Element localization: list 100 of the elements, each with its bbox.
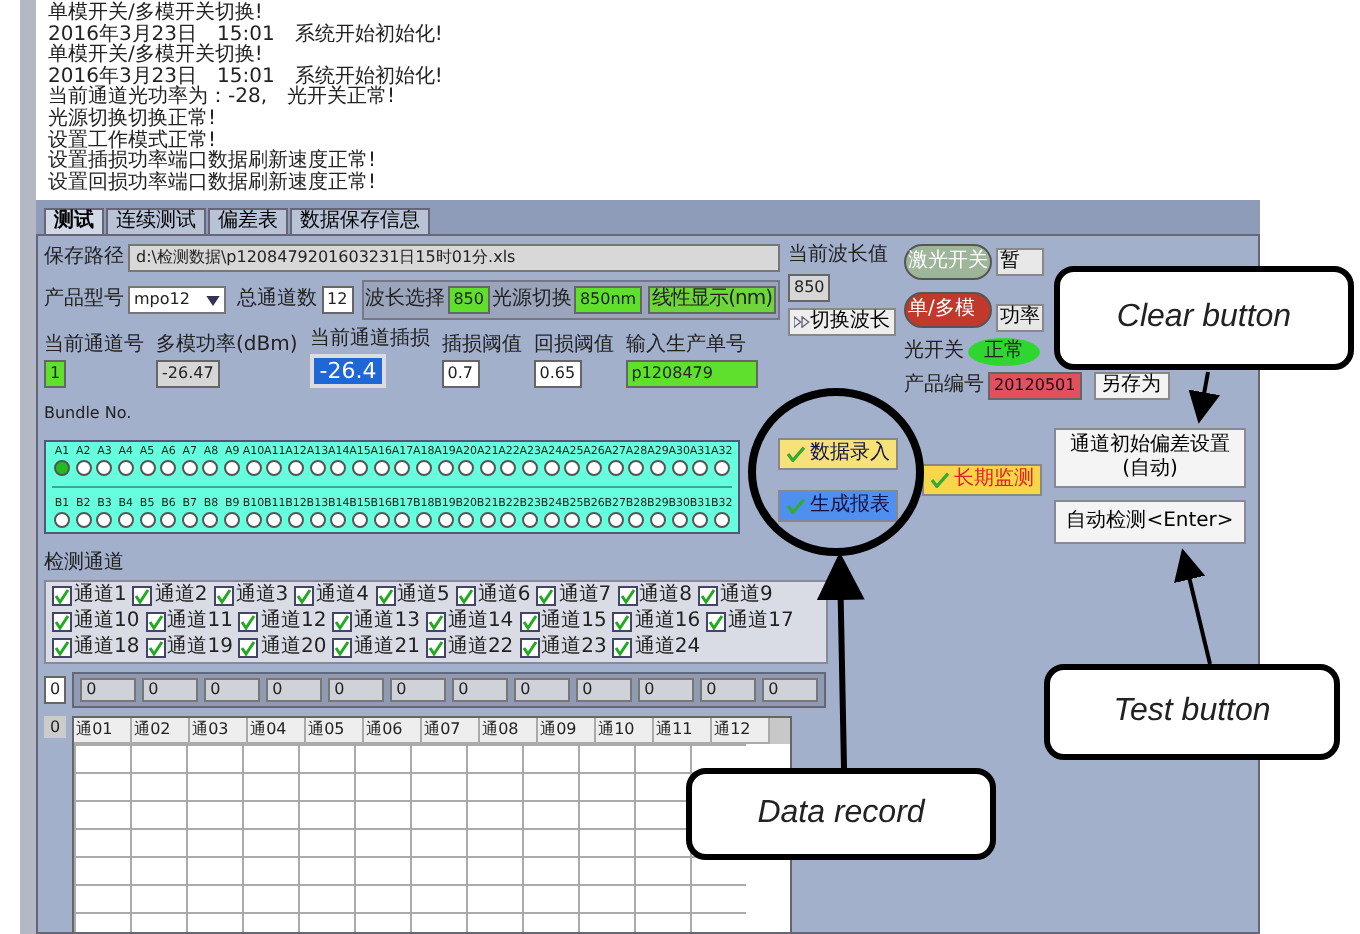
numeric-field[interactable]: 850 bbox=[447, 286, 490, 314]
checkbox[interactable] bbox=[425, 612, 446, 632]
numeric-field[interactable]: 0.65 bbox=[533, 360, 582, 388]
numeric-field[interactable]: -26.47 bbox=[156, 360, 220, 388]
checkbox[interactable] bbox=[617, 586, 638, 606]
array-cell: 0 bbox=[390, 678, 447, 702]
checkbox-label: 通道6 bbox=[477, 584, 531, 608]
tab[interactable]: 连续测试 bbox=[106, 208, 206, 234]
checkbox[interactable] bbox=[425, 638, 446, 658]
checkbox-label: 通道2 bbox=[154, 584, 208, 608]
auto-test-button[interactable]: 自动检测<Enter> bbox=[1054, 500, 1246, 544]
column-header: 通07 bbox=[422, 718, 481, 744]
checkbox-label: 通道8 bbox=[639, 584, 692, 608]
checkbox[interactable] bbox=[238, 612, 259, 632]
numeric-field[interactable]: 0.7 bbox=[441, 360, 479, 388]
field-label: 多模功率(dBm) bbox=[156, 334, 298, 358]
checkbox[interactable] bbox=[698, 586, 718, 606]
column-header: 通01 bbox=[74, 718, 133, 744]
action-button[interactable]: 数据录入 bbox=[778, 438, 898, 470]
panel-button[interactable]: 暂 bbox=[996, 248, 1044, 276]
checkbox[interactable] bbox=[52, 586, 72, 606]
checkbox[interactable] bbox=[132, 586, 153, 606]
numeric-field[interactable]: -26.4 bbox=[309, 354, 387, 388]
array-cell: 0 bbox=[638, 678, 695, 702]
array-cell: 0 bbox=[452, 678, 509, 702]
log-line: 光源切换切换正常! bbox=[48, 109, 219, 130]
column-header: 通11 bbox=[654, 718, 713, 744]
numeric-field[interactable]: p1208479 bbox=[625, 360, 758, 388]
field-label: 输入生产单号 bbox=[625, 334, 746, 358]
caret-icon bbox=[205, 295, 219, 305]
checkbox-label: 通道21 bbox=[354, 636, 420, 660]
checkbox-label: 通道4 bbox=[316, 584, 369, 608]
checkbox[interactable] bbox=[455, 586, 476, 606]
field-label: 当前波长值 bbox=[788, 244, 888, 268]
checkbox[interactable] bbox=[519, 638, 540, 658]
linear-display: 线性显示(nm) bbox=[648, 286, 776, 314]
check-icon bbox=[786, 446, 806, 462]
tab[interactable]: 测试 bbox=[44, 208, 104, 234]
checkbox[interactable] bbox=[52, 612, 72, 632]
callout: Test button bbox=[1044, 664, 1340, 760]
array-cell: 0 bbox=[762, 678, 819, 702]
field-label: 光源切换 bbox=[491, 288, 572, 312]
checkbox[interactable] bbox=[332, 612, 353, 632]
checkbox-label: 通道3 bbox=[235, 584, 289, 608]
checkbox[interactable] bbox=[612, 612, 633, 632]
array-cell: 0 bbox=[700, 678, 757, 702]
checkbox[interactable] bbox=[213, 586, 234, 606]
checkbox-label: 通道7 bbox=[558, 584, 612, 608]
checkbox[interactable] bbox=[536, 586, 557, 606]
checkbox[interactable] bbox=[332, 638, 353, 658]
table-index[interactable]: 0 bbox=[44, 716, 67, 738]
channel-init-button[interactable]: 通道初始偏差设置(自动) bbox=[1054, 428, 1246, 488]
log-line: 设置插损功率端口数据刷新速度正常! bbox=[48, 152, 379, 173]
model-dropdown[interactable]: mpo12 bbox=[128, 286, 225, 314]
column-header: 通05 bbox=[306, 718, 365, 744]
array-cell: 0 bbox=[514, 678, 571, 702]
checkbox[interactable] bbox=[145, 638, 166, 658]
log-line: 设置工作模式正常! bbox=[48, 131, 217, 152]
checkbox-label: 通道24 bbox=[634, 636, 701, 660]
column-header: 通08 bbox=[480, 718, 539, 744]
numeric-field[interactable]: 12 bbox=[321, 286, 354, 314]
log-line: 单模开关/多模开关切换! bbox=[48, 4, 265, 24]
switch-wavelength-button[interactable]: 切换波长 bbox=[788, 308, 896, 336]
double-arrow-icon bbox=[794, 316, 810, 328]
array-cell: 0 bbox=[328, 678, 385, 702]
array-index[interactable]: 0 bbox=[44, 676, 67, 704]
checkbox[interactable] bbox=[375, 586, 395, 606]
checkbox-label: 通道12 bbox=[260, 610, 327, 634]
column-header: 通10 bbox=[596, 718, 655, 744]
check-icon bbox=[786, 498, 806, 514]
tab[interactable]: 数据保存信息 bbox=[290, 208, 430, 234]
checkbox[interactable] bbox=[519, 612, 540, 632]
column-header: 通02 bbox=[132, 718, 191, 744]
toggle-indicator[interactable]: 单/多模 bbox=[904, 292, 992, 328]
save-as-button[interactable]: 另存为 bbox=[1093, 372, 1170, 400]
checkbox-label: 通道22 bbox=[447, 636, 514, 660]
column-header: 通06 bbox=[364, 718, 423, 744]
field-label: 回损阈值 bbox=[533, 334, 614, 358]
checkbox[interactable] bbox=[612, 638, 633, 658]
checkbox-label: 通道20 bbox=[260, 636, 327, 660]
scrollbar[interactable] bbox=[770, 718, 791, 744]
status-indicator: 正常 bbox=[968, 338, 1040, 366]
product-number-field: 20120501 bbox=[988, 372, 1082, 400]
checkbox[interactable] bbox=[238, 638, 259, 658]
panel-button[interactable]: 功率 bbox=[996, 304, 1044, 332]
checkbox-label: 通道9 bbox=[720, 584, 773, 608]
path-field[interactable]: d:\检测数据\p1208479201603231日15时01分.xls bbox=[128, 244, 780, 272]
checkbox-label: 通道11 bbox=[167, 610, 233, 634]
checkbox[interactable] bbox=[294, 586, 315, 606]
action-button[interactable]: 生成报表 bbox=[778, 490, 898, 522]
checkbox-label: 通道14 bbox=[447, 610, 514, 634]
numeric-field[interactable]: 1 bbox=[44, 360, 67, 388]
checkbox[interactable] bbox=[52, 638, 72, 658]
tab[interactable]: 偏差表 bbox=[208, 208, 288, 234]
checkbox[interactable] bbox=[145, 612, 166, 632]
column-header: 通03 bbox=[190, 718, 249, 744]
checkbox[interactable] bbox=[706, 612, 727, 632]
text-field[interactable]: 850nm bbox=[573, 286, 643, 314]
annotation-arrow bbox=[1174, 548, 1212, 665]
callout: Data record bbox=[686, 768, 996, 860]
